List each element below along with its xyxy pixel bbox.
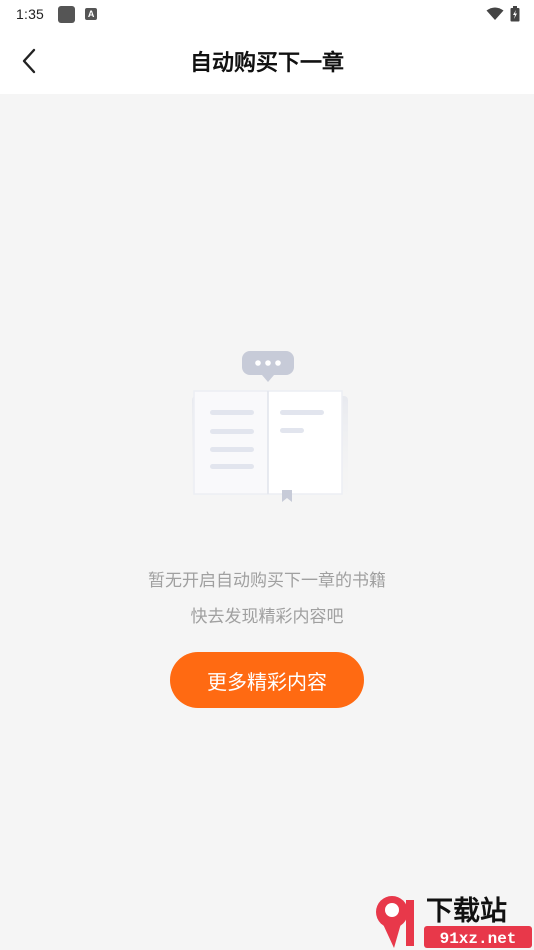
a-badge-letter: A bbox=[87, 9, 95, 19]
app-square-icon bbox=[58, 5, 76, 23]
open-book-illustration bbox=[192, 351, 348, 511]
chevron-left-icon bbox=[22, 48, 36, 74]
more-content-button[interactable]: 更多精彩内容 bbox=[170, 652, 364, 708]
a-badge-icon: A bbox=[85, 8, 98, 20]
empty-message-line1: 暂无开启自动购买下一章的书籍 bbox=[148, 571, 386, 591]
page-title: 自动购买下一章 bbox=[189, 51, 344, 76]
status-right-icons bbox=[486, 6, 520, 22]
site-watermark-logo: 下载站 91xz.net bbox=[376, 896, 532, 948]
watermark-logo-text: 下载站 bbox=[426, 896, 507, 927]
back-button[interactable] bbox=[12, 44, 46, 78]
chat-bubble-icon bbox=[242, 351, 294, 382]
header-bar: 自动购买下一章 bbox=[0, 28, 534, 94]
watermark-mark-icon bbox=[376, 896, 414, 948]
wifi-icon bbox=[486, 7, 504, 20]
watermark-url-text: 91xz.net bbox=[440, 930, 517, 948]
status-time: 1:35 bbox=[16, 6, 45, 22]
empty-state-area: 暂无开启自动购买下一章的书籍 快去发现精彩内容吧 更多精彩内容 bbox=[0, 94, 534, 950]
status-bar: 1:35 A bbox=[0, 0, 534, 28]
battery-charging-icon bbox=[510, 6, 520, 22]
empty-message-line2: 快去发现精彩内容吧 bbox=[190, 607, 344, 627]
